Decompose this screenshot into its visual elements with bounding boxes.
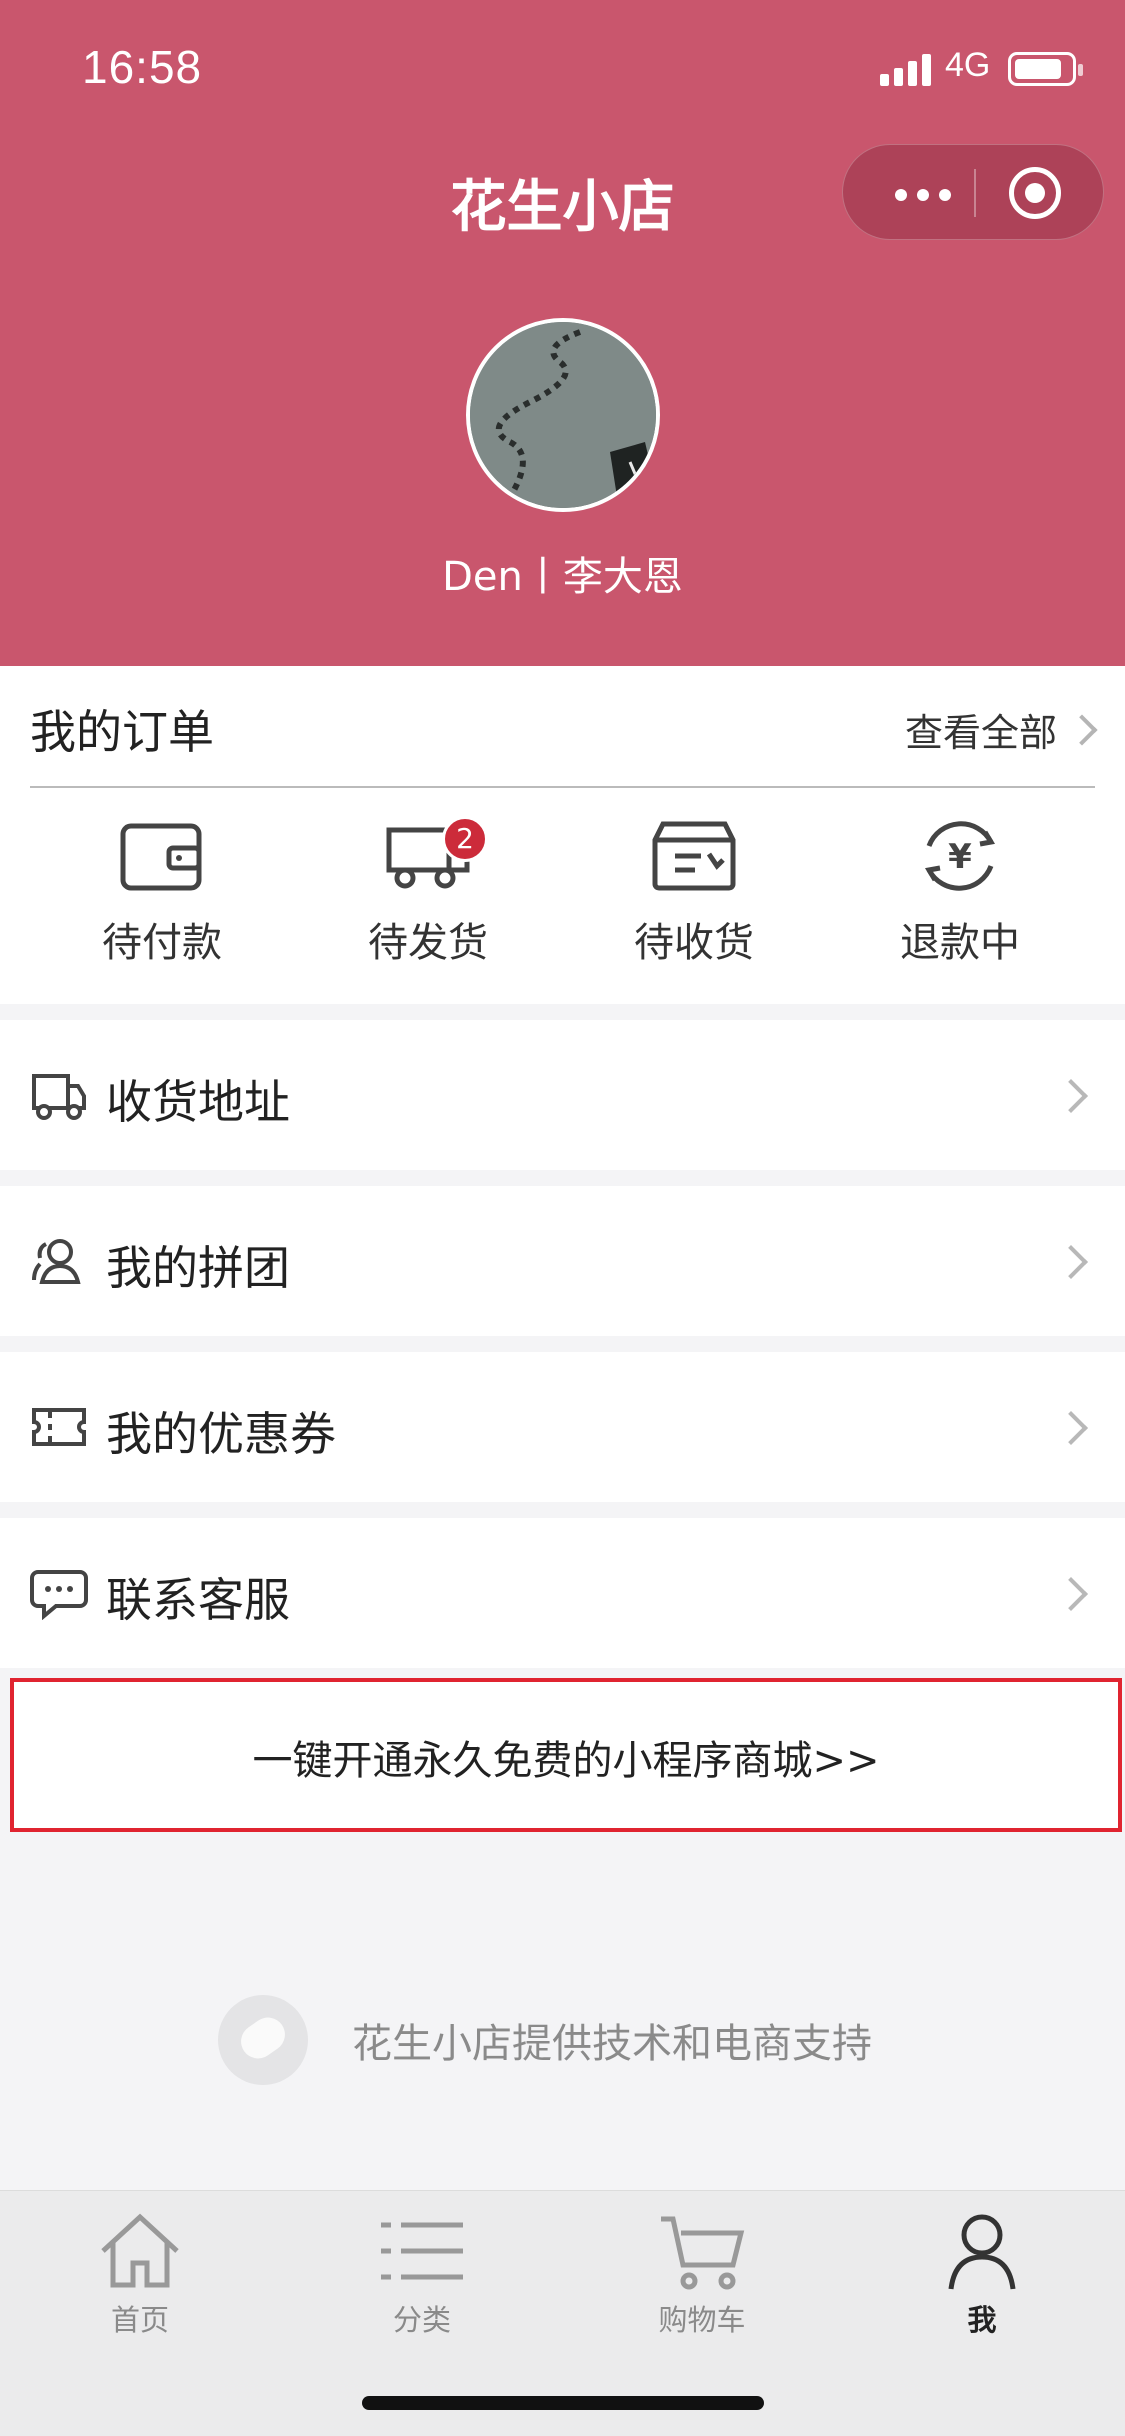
orders-divider	[30, 786, 1095, 788]
open-store-promo-button[interactable]: 一键开通永久免费的小程序商城>>	[10, 1678, 1122, 1832]
shopping-cart-icon	[661, 2216, 745, 2290]
menu-item-shipping-address[interactable]: 收货地址	[0, 1020, 1125, 1170]
status-time: 16:58	[82, 41, 203, 93]
refund-yuan-icon: ¥	[924, 821, 996, 891]
order-status-pending-receipt[interactable]: 待收货	[574, 816, 814, 968]
order-status-label: 待收货	[634, 920, 754, 966]
chevron-right-icon	[1054, 1079, 1088, 1113]
chevron-right-icon	[1054, 1577, 1088, 1611]
order-status-pending-shipment[interactable]: 2 待发货	[308, 816, 548, 968]
home-indicator[interactable]	[362, 2396, 764, 2410]
menu-item-label: 联系客服	[106, 1573, 290, 1627]
category-list-icon	[381, 2222, 463, 2280]
tech-support-footer: 花生小店提供技术和电商支持	[218, 1994, 872, 2086]
menu-item-label: 我的优惠券	[106, 1407, 336, 1461]
menu-item-coupons[interactable]: 我的优惠券	[0, 1352, 1125, 1502]
menu-item-group-buy[interactable]: 我的拼团	[0, 1186, 1125, 1336]
close-miniprogram-icon[interactable]	[1009, 167, 1061, 219]
order-status-label: 待付款	[102, 920, 222, 966]
mini-program-capsule	[842, 144, 1104, 240]
pending-shipment-badge: 2	[442, 816, 488, 862]
tab-label: 分类	[392, 2303, 451, 2337]
tab-category[interactable]: 分类	[322, 2211, 522, 2339]
order-status-label: 待发货	[368, 920, 488, 966]
cellular-signal-icon	[880, 52, 934, 86]
svg-text:¥: ¥	[948, 837, 972, 877]
status-bar: 16:58 4G	[0, 0, 1125, 140]
tab-cart[interactable]: 购物车	[602, 2211, 802, 2339]
tab-label: 我	[967, 2303, 997, 2337]
capsule-divider	[974, 169, 976, 217]
menu-item-customer-service[interactable]: 联系客服	[0, 1518, 1125, 1668]
battery-icon	[1008, 52, 1083, 86]
order-status-refunding[interactable]: ¥ 退款中	[840, 816, 1080, 968]
order-status-pending-payment[interactable]: 待付款	[42, 816, 282, 968]
home-icon	[101, 2213, 179, 2288]
package-box-icon	[652, 821, 736, 891]
chevron-right-icon	[1066, 713, 1098, 746]
truck-address-icon	[32, 1074, 86, 1120]
orders-title: 我的订单	[30, 705, 214, 759]
wallet-icon	[120, 823, 202, 891]
more-options-icon[interactable]	[883, 171, 963, 215]
my-orders-card: 我的订单 查看全部 待付款 2 待发货 待收货 ¥ 退款中	[0, 666, 1125, 1004]
tab-me[interactable]: 我	[882, 2211, 1082, 2339]
profile-header: 16:58 4G 花生小店 Den丨李大恩	[0, 0, 1125, 666]
tab-label: 购物车	[658, 2303, 746, 2337]
network-type: 4G	[945, 46, 991, 84]
view-all-orders-link[interactable]: 查看全部	[904, 702, 1098, 757]
order-status-label: 退款中	[900, 920, 1020, 966]
user-profile-icon	[948, 2214, 1016, 2290]
chat-bubble-icon	[30, 1570, 88, 1620]
avatar-image	[470, 322, 656, 508]
promo-text: 一键开通永久免费的小程序商城>>	[252, 1738, 880, 1784]
menu-item-label: 收货地址	[106, 1075, 290, 1129]
username: Den丨李大恩	[442, 554, 683, 600]
chevron-right-icon	[1054, 1411, 1088, 1445]
tab-label: 首页	[110, 2303, 169, 2337]
peanut-logo-icon	[218, 1995, 308, 2085]
chevron-right-icon	[1054, 1245, 1088, 1279]
tab-home[interactable]: 首页	[40, 2211, 240, 2339]
group-users-icon	[32, 1239, 81, 1284]
coupon-ticket-icon	[32, 1408, 86, 1446]
view-all-label: 查看全部	[904, 711, 1057, 755]
menu-item-label: 我的拼团	[106, 1241, 290, 1295]
support-text: 花生小店提供技术和电商支持	[352, 2021, 872, 2067]
avatar[interactable]	[466, 318, 660, 512]
